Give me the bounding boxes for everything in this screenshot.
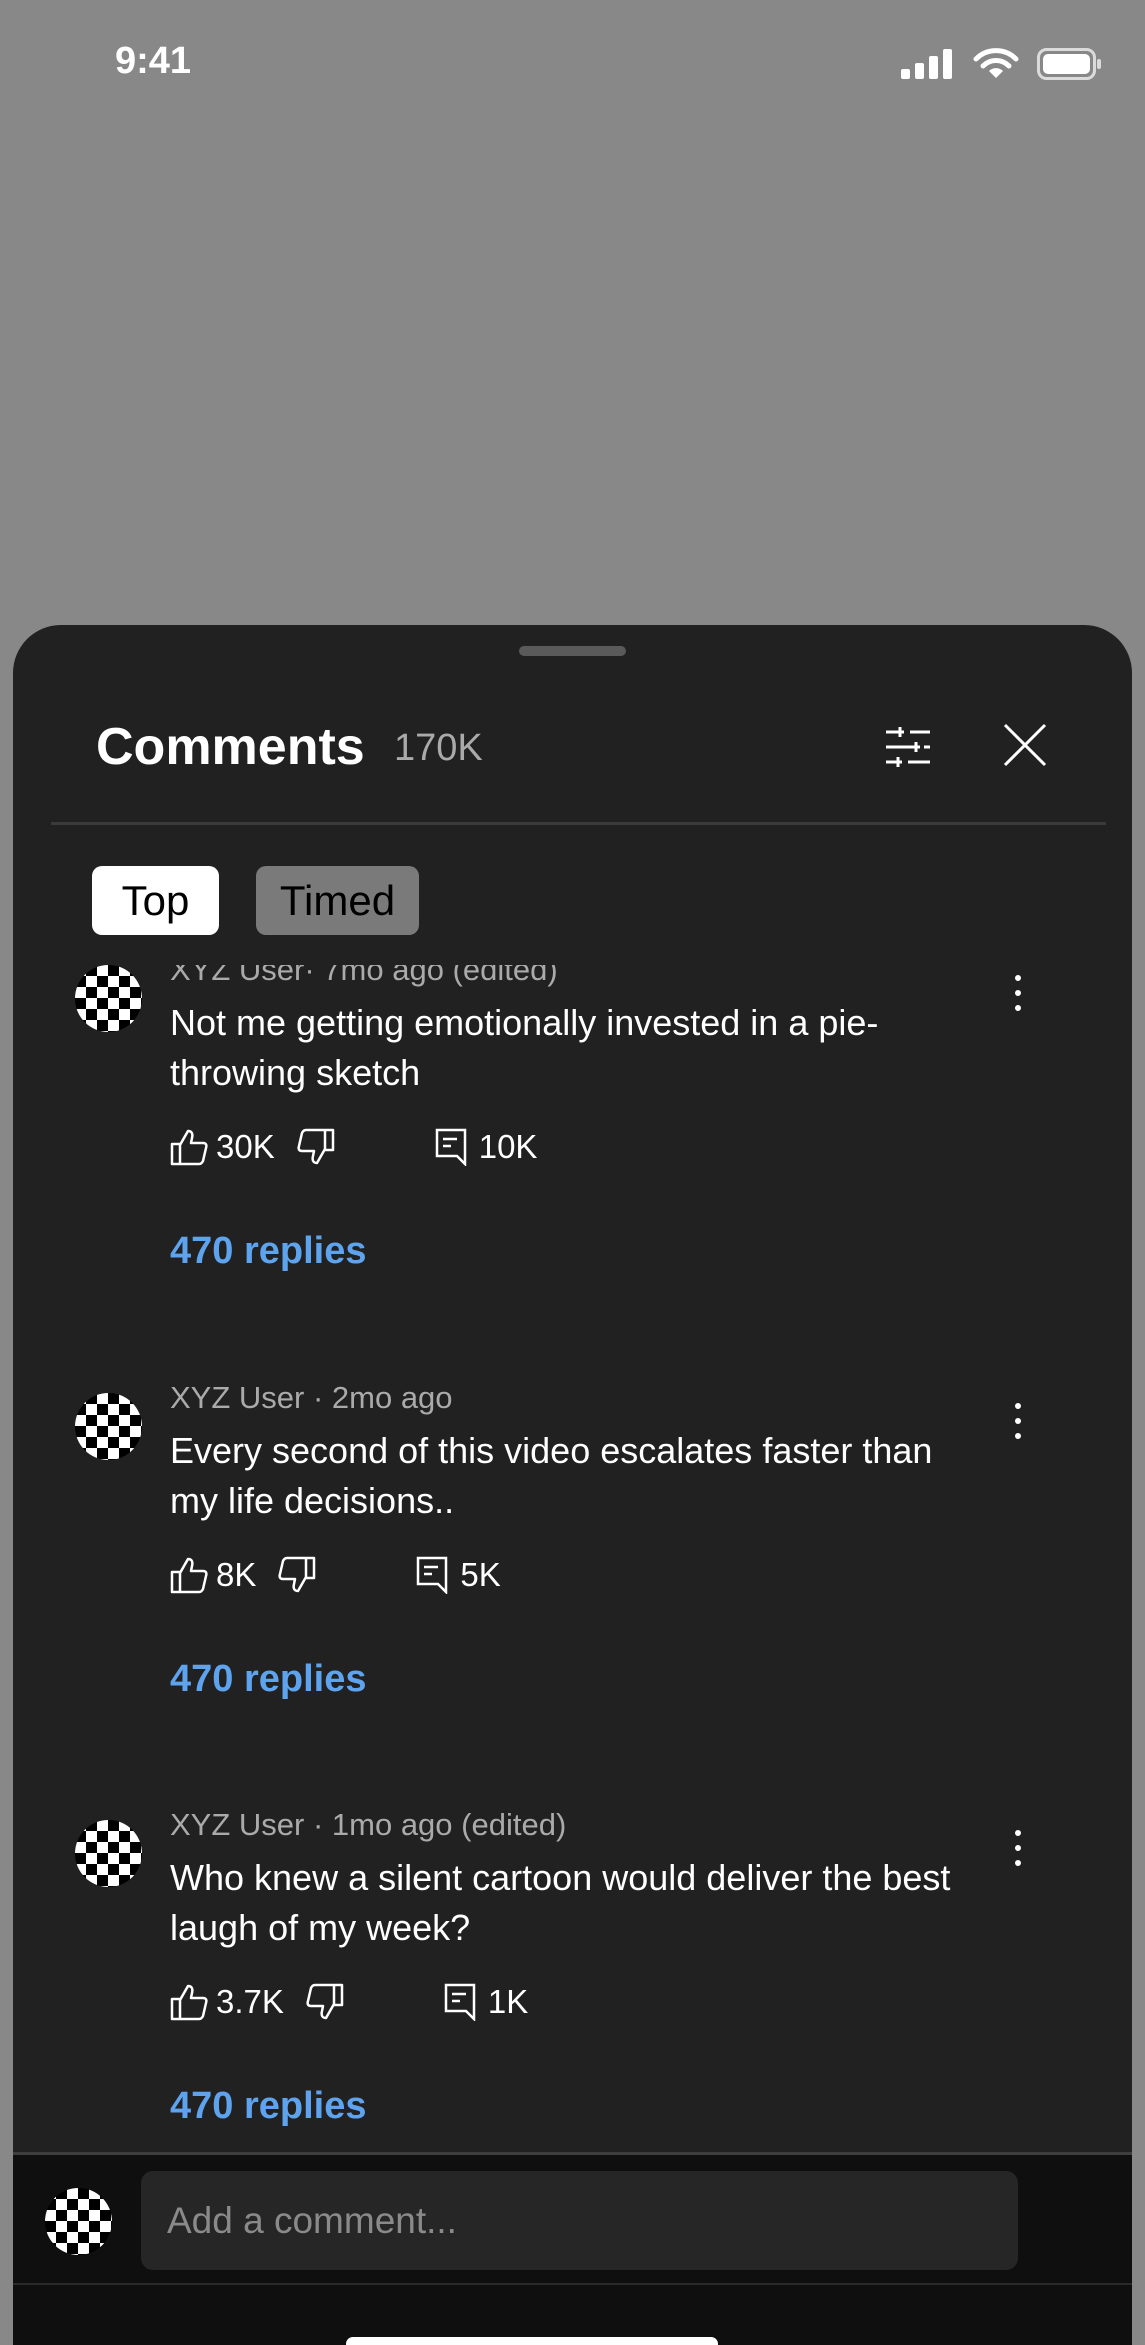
avatar[interactable] [75,1393,142,1460]
page-title: Comments [96,718,365,776]
like-icon[interactable] [170,1128,208,1166]
comment-meta: XYZ User · 1mo ago (edited) [170,1807,567,1842]
status-icons [901,48,1103,80]
dislike-icon[interactable] [306,1983,344,2021]
drag-handle[interactable] [519,646,626,656]
status-time: 9:41 [115,40,192,82]
reply-icon[interactable] [444,1983,476,2021]
comment-item: XYZ User · 1mo ago (edited) Who knew a s… [13,1807,1132,2152]
like-count: 8K [216,1556,257,1593]
view-replies-link[interactable]: 470 replies [170,2085,366,2128]
like-icon[interactable] [170,1556,208,1594]
avatar[interactable] [75,965,142,1032]
like-count: 30K [216,1128,275,1165]
comment-text: Who knew a silent cartoon would deliver … [170,1857,951,1948]
comment-text: Every second of this video escalates fas… [170,1430,933,1521]
header-divider [51,822,1106,825]
comment-actions: 30K 10K [170,1125,537,1169]
like-icon[interactable] [170,1983,208,2021]
more-options-icon[interactable] [1008,1830,1028,1866]
comment-text: Not me getting emotionally invested in a… [170,1002,879,1093]
reply-count: 1K [487,1983,529,2020]
reply-count: 10K [478,1128,538,1165]
comment-count: 170K [394,727,483,769]
close-icon[interactable] [1003,723,1047,767]
dislike-icon[interactable] [278,1556,316,1594]
comment-actions: 8K 5K [170,1553,501,1597]
wifi-icon [973,48,1019,78]
more-options-icon[interactable] [1008,1403,1028,1439]
comment-item: XYZ User· 7mo ago (edited) Not me gettin… [13,965,1132,1393]
home-indicator[interactable] [346,2337,718,2345]
comments-sheet: Comments 170K Top Timed XYZ User· 7mo ag… [13,625,1132,2345]
comment-actions: 3.7K 1K [170,1980,528,2024]
avatar[interactable] [75,1820,142,1887]
reply-count: 5K [460,1556,501,1593]
comment-meta: XYZ User · 2mo ago [170,1380,453,1415]
reply-icon[interactable] [435,1128,467,1166]
like-count: 3.7K [216,1983,284,2020]
user-avatar[interactable] [45,2188,112,2255]
tab-timed[interactable]: Timed [256,866,419,935]
comment-item: XYZ User · 2mo ago Every second of this … [13,1380,1132,1821]
comment-list[interactable]: XYZ User· 7mo ago (edited) Not me gettin… [13,965,1132,2152]
more-options-icon[interactable] [1008,975,1028,1011]
view-replies-link[interactable]: 470 replies [170,1658,366,1701]
battery-icon [1037,48,1101,80]
comment-composer [13,2152,1132,2345]
view-replies-link[interactable]: 470 replies [170,1230,366,1273]
cellular-signal-icon [901,49,952,79]
tab-top[interactable]: Top [92,866,219,935]
dislike-icon[interactable] [297,1128,335,1166]
filter-icon[interactable] [886,727,930,767]
composer-divider [13,2283,1132,2285]
add-comment-input[interactable] [141,2171,1018,2270]
comment-meta: XYZ User· 7mo ago (edited) [170,965,558,987]
reply-icon[interactable] [416,1556,448,1594]
